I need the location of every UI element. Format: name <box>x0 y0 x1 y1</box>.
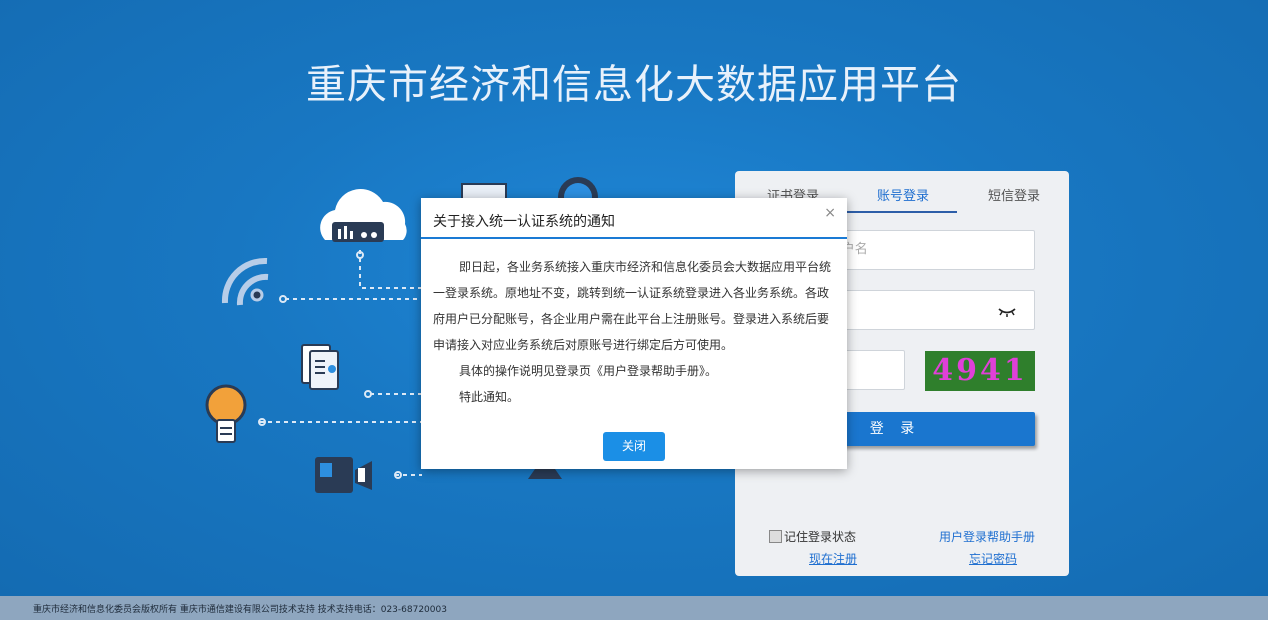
modal-header: 关于接入统一认证系统的通知 × <box>421 198 847 239</box>
notice-paragraph: 具体的操作说明见登录页《用户登录帮助手册》。 <box>459 364 718 378</box>
remember-label: 记住登录状态 <box>784 530 857 544</box>
close-modal-button[interactable]: 关闭 <box>603 432 665 461</box>
footer: 重庆市经济和信息化委员会版权所有 重庆市通信建设有限公司技术支持 技术支持电话：… <box>0 596 1268 620</box>
modal-body: 即日起，各业务系统接入重庆市经济和信息化委员会大数据应用平台统一登录系统。原地址… <box>433 254 839 410</box>
active-tab-indicator <box>847 211 957 213</box>
lightbulb-icon <box>205 384 247 443</box>
help-manual-link[interactable]: 用户登录帮助手册 <box>939 528 1035 545</box>
notice-paragraph: 即日起，各业务系统接入重庆市经济和信息化委员会大数据应用平台统一登录系统。原地址… <box>433 260 832 352</box>
close-icon[interactable]: × <box>824 205 836 221</box>
footer-copyright: 重庆市经济和信息化委员会版权所有 重庆市通信建设有限公司技术支持 技术支持电话：… <box>33 605 447 615</box>
notice-closing: 特此通知。 <box>459 390 520 404</box>
documents-icon <box>301 344 339 390</box>
camera-icon <box>315 457 372 493</box>
tab-sms-login[interactable]: 短信登录 <box>988 185 1040 204</box>
forgot-password-link[interactable]: 忘记密码 <box>969 550 1017 567</box>
page-title: 重庆市经济和信息化大数据应用平台 <box>306 62 962 108</box>
wifi-icon <box>221 257 269 306</box>
tab-account-login[interactable]: 账号登录 <box>877 185 929 204</box>
eye-closed-icon[interactable] <box>998 305 1016 317</box>
register-link[interactable]: 现在注册 <box>809 550 857 567</box>
notice-modal: 关于接入统一认证系统的通知 × 即日起，各业务系统接入重庆市经济和信息化委员会大… <box>421 198 847 469</box>
cloud-icon <box>320 189 407 242</box>
modal-title: 关于接入统一认证系统的通知 <box>433 214 615 230</box>
captcha-image[interactable]: 4941 <box>925 351 1035 391</box>
checkbox-icon[interactable] <box>769 530 782 543</box>
remember-login-checkbox[interactable]: 记住登录状态 <box>769 528 856 545</box>
